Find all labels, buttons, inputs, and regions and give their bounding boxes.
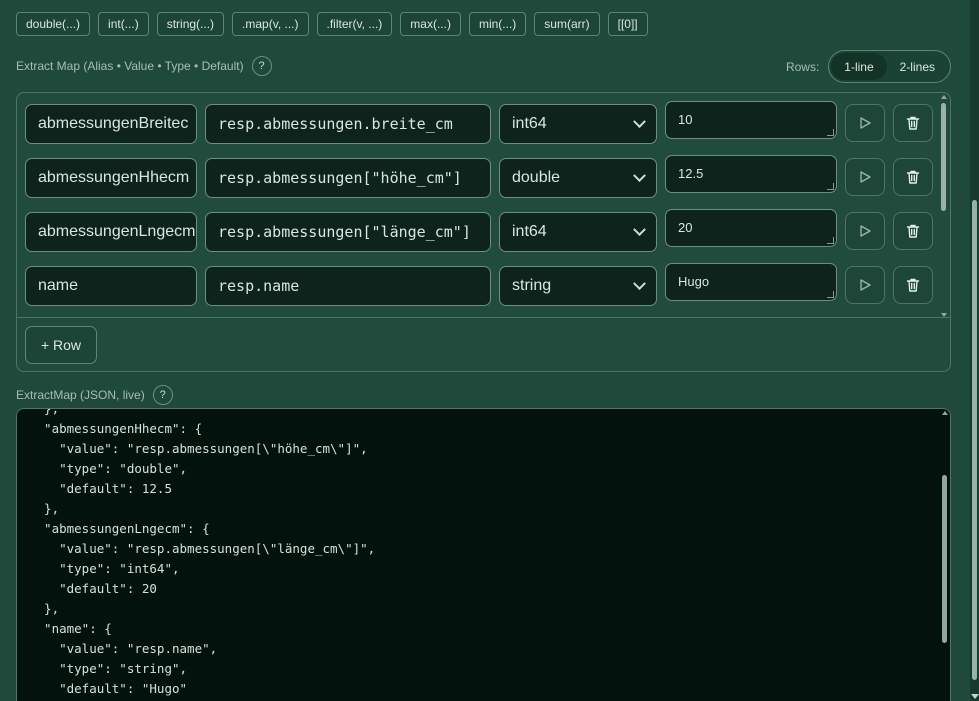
default-value: 12.5 — [678, 166, 704, 181]
trash-icon — [906, 278, 920, 292]
type-select[interactable]: string — [499, 266, 657, 306]
run-row-button[interactable] — [845, 266, 885, 304]
alias-input[interactable]: abmessungenBreitec — [25, 104, 197, 144]
page-scrollbar[interactable] — [970, 0, 979, 701]
alias-input[interactable]: abmessungenLngecm — [25, 212, 197, 252]
map-scrollbar[interactable] — [940, 95, 948, 317]
scroll-up-arrow-icon[interactable] — [941, 95, 947, 99]
type-select-value: string — [512, 277, 552, 294]
json-label: ExtractMap (JSON, live) — [16, 388, 145, 402]
snippet-string-button[interactable]: string(...) — [156, 12, 225, 36]
resize-grip-icon[interactable] — [827, 237, 834, 244]
rows-label: Rows: — [785, 59, 820, 74]
run-row-button[interactable] — [845, 212, 885, 250]
chevron-down-icon — [633, 276, 646, 290]
chevron-down-icon — [633, 222, 646, 236]
add-row-button[interactable]: + Row — [25, 326, 97, 364]
json-header: ExtractMap (JSON, live) ? — [16, 385, 173, 405]
chevron-down-icon — [633, 168, 646, 182]
trash-icon — [906, 116, 920, 130]
trash-icon — [906, 224, 920, 238]
play-icon — [860, 171, 871, 183]
divider — [17, 317, 950, 318]
delete-row-button[interactable] — [893, 266, 933, 304]
json-scrollbar-thumb[interactable] — [942, 475, 947, 643]
rows-2-lines-option[interactable]: 2-lines — [887, 53, 948, 80]
default-input[interactable]: 10 — [665, 101, 837, 139]
play-icon — [860, 279, 871, 291]
snippet-index-button[interactable]: [[0]] — [607, 12, 648, 36]
type-select-value: double — [512, 169, 561, 186]
json-editor[interactable]: }, "abmessungenHhecm": { "value": "resp.… — [16, 408, 951, 701]
snippet-max-button[interactable]: max(...) — [400, 12, 461, 36]
default-value: 10 — [678, 112, 693, 127]
rows-toggle: 1-line 2-lines — [828, 50, 951, 83]
extract-map-header: Extract Map (Alias • Value • Type • Defa… — [16, 56, 272, 76]
delete-row-button[interactable] — [893, 104, 933, 142]
resize-grip-icon[interactable] — [827, 291, 834, 298]
type-select[interactable]: double — [499, 158, 657, 198]
type-select-value: int64 — [512, 115, 547, 132]
scroll-down-arrow-icon[interactable] — [971, 694, 979, 699]
play-icon — [860, 117, 871, 129]
map-scrollbar-thumb[interactable] — [941, 103, 946, 211]
extract-map-help-icon[interactable]: ? — [251, 56, 272, 76]
trash-icon — [906, 170, 920, 184]
run-row-button[interactable] — [845, 104, 885, 142]
snippet-toolbar: double(...) int(...) string(...) .map(v,… — [16, 12, 648, 36]
delete-row-button[interactable] — [893, 158, 933, 196]
page-scrollbar-thumb[interactable] — [972, 200, 977, 680]
default-value: Hugo — [678, 274, 710, 289]
snippet-double-button[interactable]: double(...) — [16, 12, 91, 36]
value-input[interactable]: resp.abmessungen["höhe_cm"] — [205, 158, 491, 198]
default-input[interactable]: 20 — [665, 209, 837, 247]
snippet-sum-button[interactable]: sum(arr) — [534, 12, 600, 36]
rows-mode-control: Rows: 1-line 2-lines — [786, 50, 951, 83]
value-input[interactable]: resp.abmessungen.breite_cm — [205, 104, 491, 144]
run-row-button[interactable] — [845, 158, 885, 196]
delete-row-button[interactable] — [893, 212, 933, 250]
extract-map-panel: abmessungenBreitec resp.abmessungen.brei… — [16, 92, 951, 372]
value-input[interactable]: resp.name — [205, 266, 491, 306]
alias-input[interactable]: abmessungenHhecm — [25, 158, 197, 198]
default-input[interactable]: 12.5 — [665, 155, 837, 193]
type-select-value: int64 — [512, 223, 547, 240]
value-input[interactable]: resp.abmessungen["länge_cm"] — [205, 212, 491, 252]
default-value: 20 — [678, 220, 693, 235]
chevron-down-icon — [633, 114, 646, 128]
resize-grip-icon[interactable] — [827, 183, 834, 190]
snippet-map-button[interactable]: .map(v, ...) — [232, 12, 309, 36]
snippet-int-button[interactable]: int(...) — [98, 12, 149, 36]
default-input[interactable]: Hugo — [665, 263, 837, 301]
alias-input[interactable]: name — [25, 266, 197, 306]
extract-map-label: Extract Map (Alias • Value • Type • Defa… — [16, 59, 244, 73]
snippet-filter-button[interactable]: .filter(v, ...) — [316, 12, 393, 36]
json-scrollbar[interactable] — [941, 411, 949, 701]
json-content[interactable]: }, "abmessungenHhecm": { "value": "resp.… — [29, 409, 375, 701]
json-help-icon[interactable]: ? — [152, 385, 173, 405]
resize-grip-icon[interactable] — [827, 129, 834, 136]
play-icon — [860, 225, 871, 237]
type-select[interactable]: int64 — [499, 104, 657, 144]
main-content: double(...) int(...) string(...) .map(v,… — [0, 0, 970, 701]
type-select[interactable]: int64 — [499, 212, 657, 252]
snippet-min-button[interactable]: min(...) — [468, 12, 527, 36]
rows-1-line-option[interactable]: 1-line — [831, 53, 887, 80]
scroll-up-arrow-icon[interactable] — [942, 411, 948, 415]
